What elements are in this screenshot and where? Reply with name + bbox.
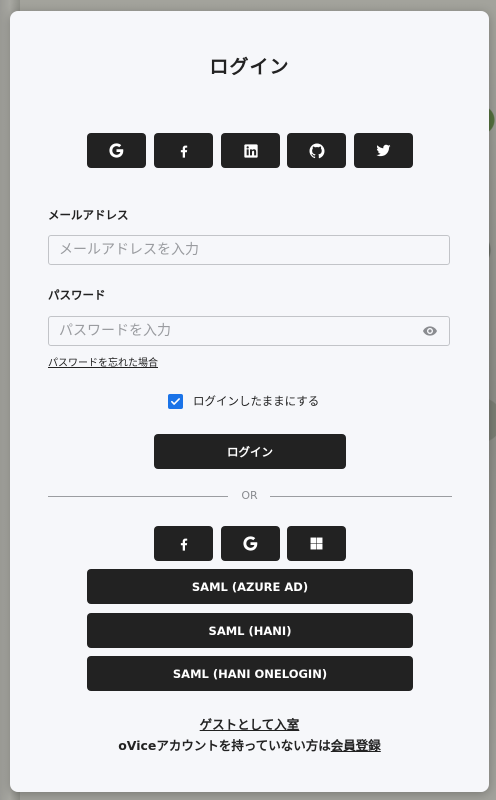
google-icon [109, 143, 124, 158]
eye-icon[interactable] [421, 323, 439, 343]
signup-link[interactable]: 会員登録 [331, 738, 381, 753]
login-dialog: ログイン メールアドレス パスワ [10, 11, 489, 792]
remember-me-label: ログインしたままにする [193, 394, 320, 408]
linkedin-login-button[interactable] [221, 133, 280, 168]
email-field[interactable] [49, 236, 409, 264]
facebook-icon [180, 145, 187, 158]
page-title: ログイン [209, 56, 290, 78]
guest-entry-link[interactable]: ゲストとして入室 [200, 717, 300, 732]
saml-azure-ad-button[interactable]: SAML (AZURE AD) [87, 569, 413, 604]
remember-me-toggle[interactable]: ログインしたままにする [168, 393, 319, 409]
email-field-wrapper [48, 235, 450, 265]
signup-prompt: oViceアカウントを持っていない方は会員登録 [10, 735, 489, 754]
facebook-login-button-secondary[interactable] [154, 526, 213, 561]
twitter-login-button[interactable] [354, 133, 413, 168]
google-icon [243, 536, 258, 551]
password-label: パスワード [48, 288, 106, 302]
saml-hani-onelogin-button[interactable]: SAML (HANI ONELOGIN) [87, 656, 413, 691]
twitter-icon [376, 144, 391, 157]
checkmark-icon [171, 397, 180, 405]
signup-prefix: oViceアカウントを持っていない方は [118, 738, 331, 753]
divider-line-right [270, 496, 452, 497]
google-login-button-secondary[interactable] [221, 526, 280, 561]
facebook-login-button[interactable] [154, 133, 213, 168]
password-field[interactable] [49, 317, 409, 345]
password-field-wrapper [48, 316, 450, 346]
email-label: メールアドレス [48, 208, 129, 222]
github-login-button[interactable] [287, 133, 346, 168]
linkedin-icon [243, 143, 258, 158]
forgot-password-link[interactable]: パスワードを忘れた場合 [48, 354, 158, 369]
github-icon [309, 143, 324, 158]
microsoft-icon [310, 537, 323, 550]
google-login-button[interactable] [87, 133, 146, 168]
microsoft-login-button[interactable] [287, 526, 346, 561]
remember-me-checkbox[interactable] [168, 393, 183, 409]
saml-hani-button[interactable]: SAML (HANI) [87, 613, 413, 648]
guest-entry: ゲストとして入室 [10, 714, 489, 733]
login-button[interactable]: ログイン [154, 434, 346, 469]
facebook-icon [180, 538, 187, 551]
